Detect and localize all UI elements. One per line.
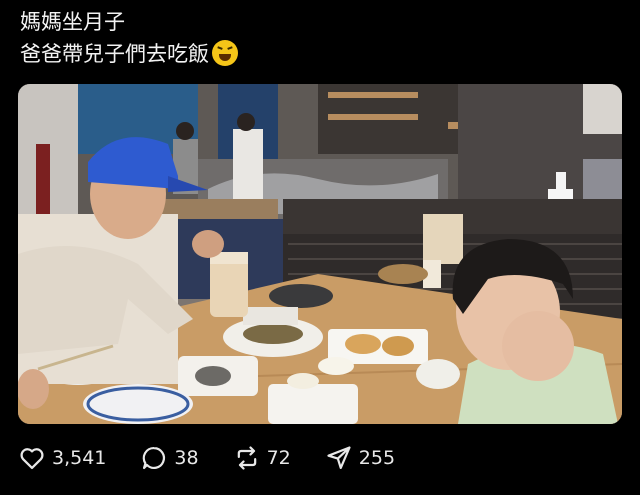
post-line-2-text: 爸爸帶兒子們去吃飯 — [20, 42, 209, 66]
reply-button[interactable]: 38 — [140, 444, 199, 472]
share-count: 255 — [358, 447, 396, 469]
like-count: 3,541 — [52, 447, 107, 469]
share-button[interactable]: 255 — [325, 444, 395, 472]
like-button[interactable]: 3,541 — [18, 444, 106, 472]
post-line-2: 爸爸帶兒子們去吃飯 — [20, 38, 238, 70]
post-photo[interactable] — [18, 84, 622, 424]
laughing-emoji-icon — [212, 40, 238, 66]
post-text: 媽媽坐月子 爸爸帶兒子們去吃飯 — [20, 6, 238, 70]
heart-icon — [20, 448, 44, 470]
comment-bubble-icon — [143, 446, 166, 470]
repost-arrows-icon — [237, 446, 256, 470]
repost-count: 72 — [266, 447, 291, 469]
repost-button[interactable]: 72 — [233, 444, 291, 472]
post-line-1: 媽媽坐月子 — [20, 10, 125, 34]
restaurant-photo — [18, 84, 622, 424]
post-actions: 3,541 38 72 255 — [18, 444, 429, 472]
reply-count: 38 — [174, 447, 199, 469]
send-plane-icon — [327, 446, 351, 470]
